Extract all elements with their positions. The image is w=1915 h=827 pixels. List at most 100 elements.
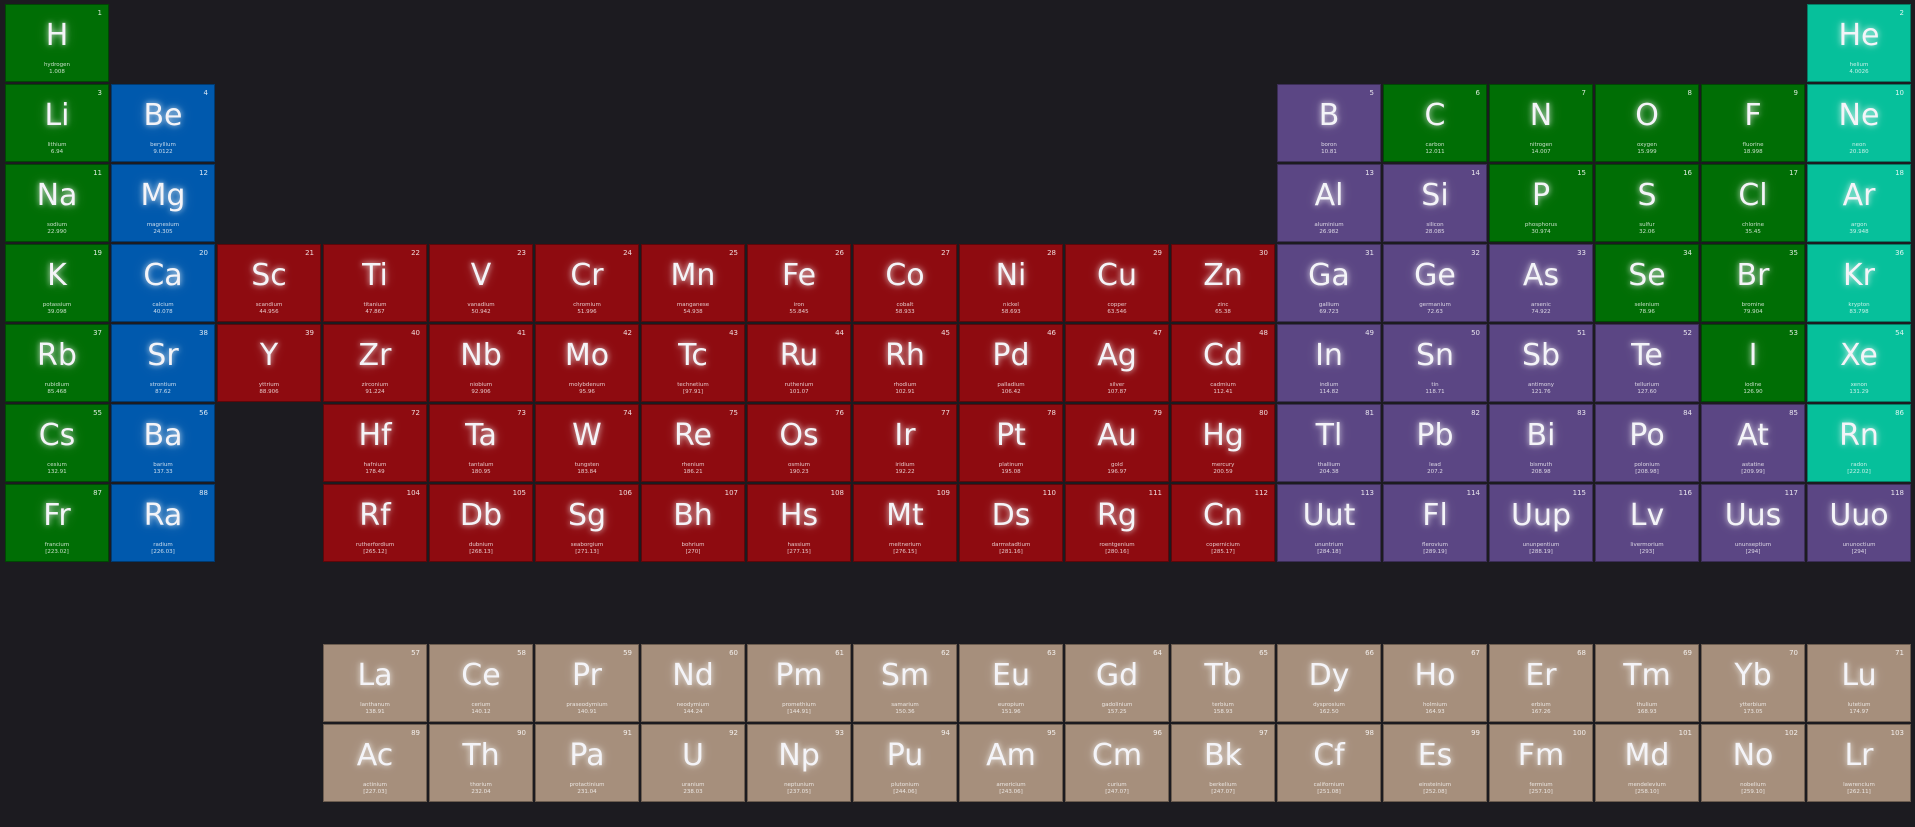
element-tile-ir[interactable]: 77 Ir iridium 192.22 [853,404,957,482]
element-tile-ra[interactable]: 88 Ra radium [226.03] [111,484,215,562]
element-tile-ne[interactable]: 10 Ne neon 20.180 [1807,84,1911,162]
element-tile-si[interactable]: 14 Si silicon 28.085 [1383,164,1487,242]
element-tile-mg[interactable]: 12 Mg magnesium 24.305 [111,164,215,242]
element-tile-bh[interactable]: 107 Bh bohrium [270] [641,484,745,562]
element-tile-cd[interactable]: 48 Cd cadmium 112.41 [1171,324,1275,402]
element-tile-li[interactable]: 3 Li lithium 6.94 [5,84,109,162]
element-tile-w[interactable]: 74 Wtungsten 183.84 [535,404,639,482]
element-tile-ta[interactable]: 73 Ta tantalum 180.95 [429,404,533,482]
element-tile-cm[interactable]: 96 Cm curium [247.07] [1065,724,1169,802]
element-tile-na[interactable]: 11 Na sodium 22.990 [5,164,109,242]
element-tile-hf[interactable]: 72 Hf hafnium 178.49 [323,404,427,482]
element-tile-mo[interactable]: 42 Mo molybdenum 95.96 [535,324,639,402]
element-tile-kr[interactable]: 36 Kr krypton 83.798 [1807,244,1911,322]
element-tile-cf[interactable]: 98 Cf californium [251.08] [1277,724,1381,802]
element-tile-uut[interactable]: 113 Uut ununtrium [284.18] [1277,484,1381,562]
element-tile-k[interactable]: 19 Kpotassium 39.098 [5,244,109,322]
element-tile-lu[interactable]: 71 Lu lutetium 174.97 [1807,644,1911,722]
element-tile-ds[interactable]: 110 Ds darmstadtium [281.16] [959,484,1063,562]
element-tile-pb[interactable]: 82 Pb lead 207.2 [1383,404,1487,482]
element-tile-sr[interactable]: 38 Sr strontium 87.62 [111,324,215,402]
element-tile-ga[interactable]: 31 Ga gallium 69.723 [1277,244,1381,322]
element-tile-fr[interactable]: 87 Fr francium [223.02] [5,484,109,562]
element-tile-tm[interactable]: 69 Tm thulium 168.93 [1595,644,1699,722]
element-tile-rh[interactable]: 45 Rh rhodium 102.91 [853,324,957,402]
element-tile-s[interactable]: 16 Ssulfur 32.06 [1595,164,1699,242]
element-tile-yb[interactable]: 70 Yb ytterbium 173.05 [1701,644,1805,722]
element-tile-p[interactable]: 15 Pphosphorus 30.974 [1489,164,1593,242]
element-tile-tb[interactable]: 65 Tb terbium 158.93 [1171,644,1275,722]
element-tile-uup[interactable]: 115 Uup ununpentium [288.19] [1489,484,1593,562]
element-tile-be[interactable]: 4 Be beryllium 9.0122 [111,84,215,162]
element-tile-hs[interactable]: 108 Hs hassium [277.15] [747,484,851,562]
element-tile-f[interactable]: 9 Ffluorine 18.998 [1701,84,1805,162]
element-tile-th[interactable]: 90 Th thorium 232.04 [429,724,533,802]
element-tile-lv[interactable]: 116 Lv livermorium [293] [1595,484,1699,562]
element-tile-lr[interactable]: 103 Lr lawrencium [262.11] [1807,724,1911,802]
element-tile-rg[interactable]: 111 Rg roentgenium [280.16] [1065,484,1169,562]
element-tile-pd[interactable]: 46 Pd palladium 106.42 [959,324,1063,402]
element-tile-sn[interactable]: 50 Sn tin 118.71 [1383,324,1487,402]
element-tile-po[interactable]: 84 Po polonium [208.98] [1595,404,1699,482]
element-tile-gd[interactable]: 64 Gd gadolinium 157.25 [1065,644,1169,722]
element-tile-pm[interactable]: 61 Pm promethium [144.91] [747,644,851,722]
element-tile-pa[interactable]: 91 Pa protactinium 231.04 [535,724,639,802]
element-tile-tl[interactable]: 81 Tl thallium 204.38 [1277,404,1381,482]
element-tile-in[interactable]: 49 In indium 114.82 [1277,324,1381,402]
element-tile-sm[interactable]: 62 Sm samarium 150.36 [853,644,957,722]
element-tile-mn[interactable]: 25 Mn manganese 54.938 [641,244,745,322]
element-tile-ag[interactable]: 47 Ag silver 107.87 [1065,324,1169,402]
element-tile-ba[interactable]: 56 Ba barium 137.33 [111,404,215,482]
element-tile-tc[interactable]: 43 Tc technetium [97.91] [641,324,745,402]
element-tile-es[interactable]: 99 Es einsteinium [252.08] [1383,724,1487,802]
element-tile-cu[interactable]: 29 Cu copper 63.546 [1065,244,1169,322]
element-tile-h[interactable]: 1 Hhydrogen 1.008 [5,4,109,82]
element-tile-uuo[interactable]: 118 Uuo ununoctium [294] [1807,484,1911,562]
element-tile-np[interactable]: 93 Np neptunium [237.05] [747,724,851,802]
element-tile-pr[interactable]: 59 Pr praseodymium 140.91 [535,644,639,722]
element-tile-rb[interactable]: 37 Rb rubidium 85.468 [5,324,109,402]
element-tile-nb[interactable]: 41 Nb niobium 92.906 [429,324,533,402]
element-tile-he[interactable]: 2 He helium 4.0026 [1807,4,1911,82]
element-tile-se[interactable]: 34 Se selenium 78.96 [1595,244,1699,322]
element-tile-te[interactable]: 52 Te tellurium 127.60 [1595,324,1699,402]
element-tile-hg[interactable]: 80 Hg mercury 200.59 [1171,404,1275,482]
element-tile-ru[interactable]: 44 Ru ruthenium 101.07 [747,324,851,402]
element-tile-cn[interactable]: 112 Cn copernicium [285.17] [1171,484,1275,562]
element-tile-cs[interactable]: 55 Cs cesium 132.91 [5,404,109,482]
element-tile-ge[interactable]: 32 Ge germanium 72.63 [1383,244,1487,322]
element-tile-bi[interactable]: 83 Bi bismuth 208.98 [1489,404,1593,482]
element-tile-ti[interactable]: 22 Ti titanium 47.867 [323,244,427,322]
element-tile-mt[interactable]: 109 Mt meitnerium [276.15] [853,484,957,562]
element-tile-fm[interactable]: 100 Fm fermium [257.10] [1489,724,1593,802]
element-tile-ac[interactable]: 89 Ac actinium [227.03] [323,724,427,802]
element-tile-pt[interactable]: 78 Pt platinum 195.08 [959,404,1063,482]
element-tile-n[interactable]: 7 Nnitrogen 14.007 [1489,84,1593,162]
element-tile-os[interactable]: 76 Os osmium 190.23 [747,404,851,482]
element-tile-i[interactable]: 53 Iiodine 126.90 [1701,324,1805,402]
element-tile-db[interactable]: 105 Db dubnium [268.13] [429,484,533,562]
element-tile-ho[interactable]: 67 Ho holmium 164.93 [1383,644,1487,722]
element-tile-co[interactable]: 27 Co cobalt 58.933 [853,244,957,322]
element-tile-v[interactable]: 23 Vvanadium 50.942 [429,244,533,322]
element-tile-cl[interactable]: 17 Cl chlorine 35.45 [1701,164,1805,242]
element-tile-b[interactable]: 5 Bboron 10.81 [1277,84,1381,162]
element-tile-at[interactable]: 85 At astatine [209.99] [1701,404,1805,482]
element-tile-re[interactable]: 75 Re rhenium 186.21 [641,404,745,482]
element-tile-er[interactable]: 68 Er erbium 167.26 [1489,644,1593,722]
element-tile-al[interactable]: 13 Al aluminium 26.982 [1277,164,1381,242]
element-tile-sc[interactable]: 21 Sc scandium 44.956 [217,244,321,322]
element-tile-ni[interactable]: 28 Ni nickel 58.693 [959,244,1063,322]
element-tile-nd[interactable]: 60 Nd neodymium 144.24 [641,644,745,722]
element-tile-fl[interactable]: 114 Fl flerovium [289.19] [1383,484,1487,562]
element-tile-rf[interactable]: 104 Rf rutherfordium [265.12] [323,484,427,562]
element-tile-bk[interactable]: 97 Bk berkelium [247.07] [1171,724,1275,802]
element-tile-ca[interactable]: 20 Ca calcium 40.078 [111,244,215,322]
element-tile-y[interactable]: 39 Yyttrium 88.906 [217,324,321,402]
element-tile-no[interactable]: 102 No nobelium [259.10] [1701,724,1805,802]
element-tile-rn[interactable]: 86 Rn radon [222.02] [1807,404,1911,482]
element-tile-la[interactable]: 57 La lanthanum 138.91 [323,644,427,722]
element-tile-zn[interactable]: 30 Zn zinc 65.38 [1171,244,1275,322]
element-tile-eu[interactable]: 63 Eu europium 151.96 [959,644,1063,722]
element-tile-md[interactable]: 101 Md mendelevium [258.10] [1595,724,1699,802]
